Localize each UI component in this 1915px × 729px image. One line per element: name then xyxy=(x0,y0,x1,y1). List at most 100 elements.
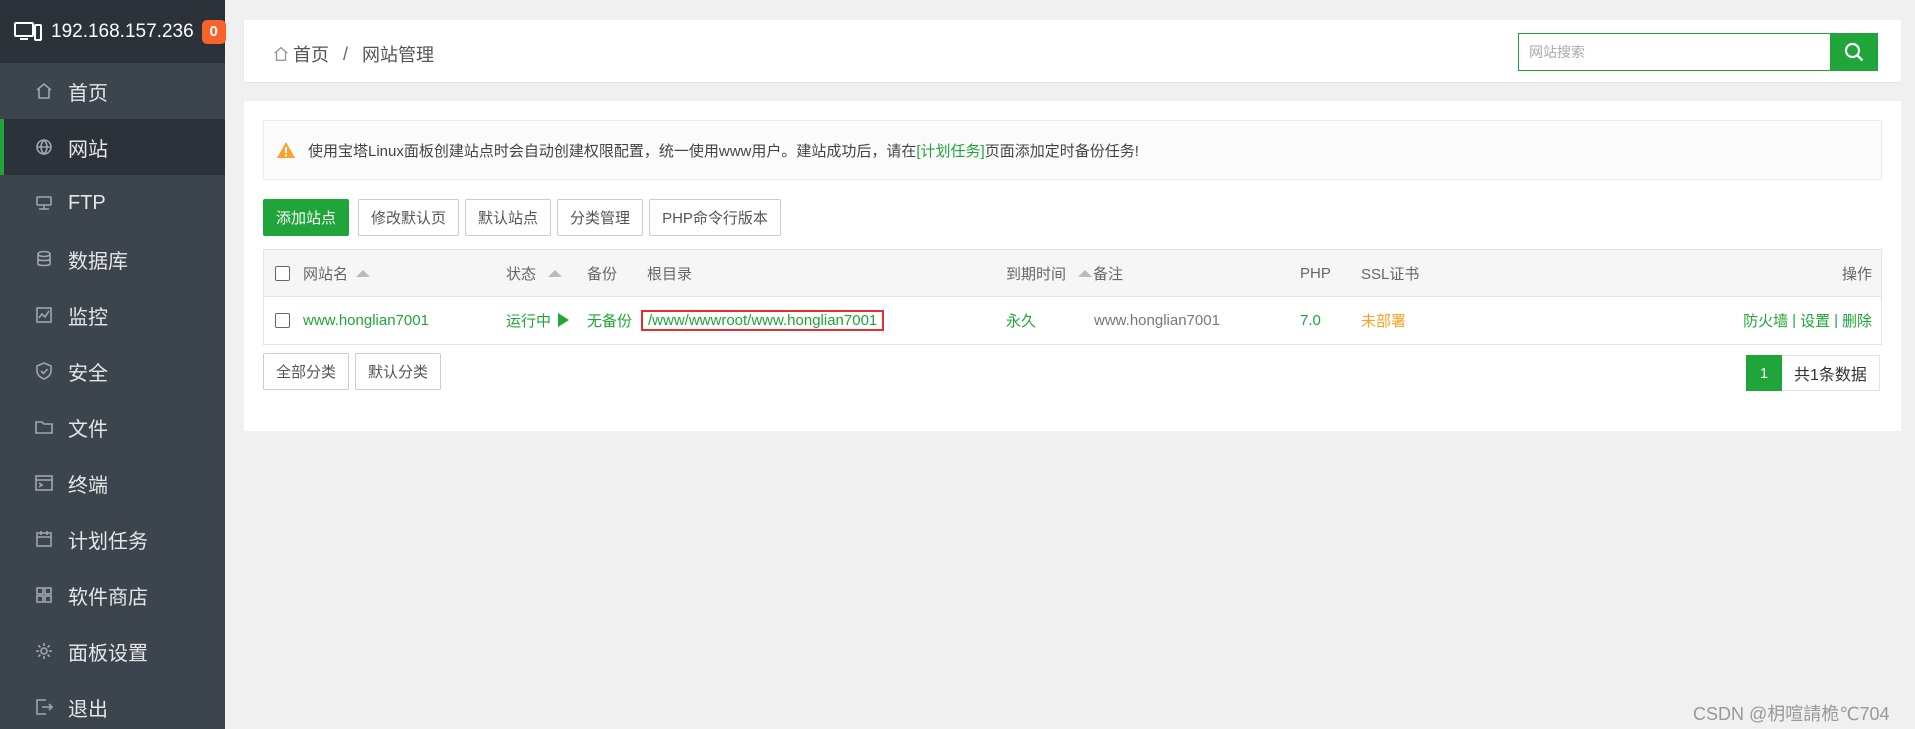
site-ssl-status[interactable]: 未部署 xyxy=(1361,297,1406,343)
category-manage-button[interactable]: 分类管理 xyxy=(557,199,644,236)
site-search xyxy=(1518,33,1885,71)
sidebar-item-database[interactable]: 数据库 xyxy=(0,231,225,287)
sidebar-item-label: 安全 xyxy=(68,362,108,385)
site-backup-link[interactable]: 无备份 xyxy=(587,297,632,343)
sidebar-item-label: 软件商店 xyxy=(68,586,148,609)
search-icon xyxy=(1844,42,1864,62)
col-actions: 操作 xyxy=(1841,265,1872,283)
sidebar-item-files[interactable]: 文件 xyxy=(0,399,225,455)
col-status[interactable]: 状态 xyxy=(506,250,563,296)
notification-badge[interactable]: 0 xyxy=(201,19,226,44)
sidebar-item-label: 计划任务 xyxy=(68,530,148,553)
top-bar: 首页 / 网站管理 xyxy=(244,20,1901,82)
sidebar-item-label: FTP xyxy=(68,191,106,214)
search-button[interactable] xyxy=(1830,33,1878,71)
cron-link[interactable]: [计划任务] xyxy=(916,140,984,161)
pagination: 1 共1条数据 xyxy=(1746,355,1880,391)
sidebar: 192.168.157.236 0 首页 网站 FTP 数据库 监控 安全 文件… xyxy=(0,0,226,729)
folder-icon xyxy=(34,417,54,437)
site-remark[interactable]: www.honglian7001 xyxy=(1094,297,1220,343)
computer-icon xyxy=(14,21,42,42)
sidebar-item-label: 退出 xyxy=(68,698,108,721)
sort-icon xyxy=(1078,269,1093,277)
col-backup: 备份 xyxy=(587,265,618,283)
sidebar-item-terminal[interactable]: 终端 xyxy=(0,455,225,511)
play-icon xyxy=(558,313,570,327)
site-expire-link[interactable]: 永久 xyxy=(1006,297,1036,343)
globe-icon xyxy=(34,137,54,157)
all-categories-button[interactable]: 全部分类 xyxy=(263,353,350,390)
sidebar-item-label: 文件 xyxy=(68,418,108,441)
site-table: 网站名 状态 备份 根目录 到期时间 备注 PHP SSL证书 操作 www.h… xyxy=(263,249,1882,345)
site-name-link[interactable]: www.honglian7001 xyxy=(303,297,429,343)
search-input[interactable] xyxy=(1518,33,1830,71)
row-checkbox[interactable] xyxy=(275,312,290,328)
sidebar-item-logout[interactable]: 退出 xyxy=(0,679,225,729)
database-icon xyxy=(34,249,54,269)
default-site-button[interactable]: 默认站点 xyxy=(465,199,552,236)
sidebar-item-home[interactable]: 首页 xyxy=(0,63,225,119)
logout-icon xyxy=(34,697,54,717)
table-row: www.honglian7001 运行中 无备份 /www/wwwroot/ww… xyxy=(263,297,1882,345)
modify-default-page-button[interactable]: 修改默认页 xyxy=(358,199,460,236)
col-ssl: SSL证书 xyxy=(1361,265,1420,283)
row-actions: 防火墙 | 设置 | 删除 xyxy=(1743,297,1872,343)
table-header: 网站名 状态 备份 根目录 到期时间 备注 PHP SSL证书 操作 xyxy=(263,249,1882,297)
website-panel: 使用宝塔Linux面板创建站点时会自动创建权限配置，统一使用www用户。建站成功… xyxy=(244,101,1901,431)
default-category-button[interactable]: 默认分类 xyxy=(355,353,442,390)
col-status-label: 状态 xyxy=(506,265,537,283)
home-icon xyxy=(34,81,54,101)
action-separator: | xyxy=(1834,311,1838,329)
col-expire[interactable]: 到期时间 xyxy=(1006,250,1093,296)
site-status-label: 运行中 xyxy=(506,312,552,330)
home-icon[interactable] xyxy=(272,45,290,63)
breadcrumb-current: 网站管理 xyxy=(362,45,435,65)
col-root: 根目录 xyxy=(647,265,693,283)
sidebar-item-security[interactable]: 安全 xyxy=(0,343,225,399)
total-count: 共1条数据 xyxy=(1782,355,1880,391)
terminal-icon xyxy=(34,473,54,493)
server-ip: 192.168.157.236 xyxy=(51,20,194,42)
sidebar-item-ftp[interactable]: FTP xyxy=(0,175,225,231)
site-root-path-link[interactable]: /www/wwwroot/www.honglian7001 xyxy=(641,309,885,331)
gear-icon xyxy=(34,641,54,661)
sidebar-item-label: 面板设置 xyxy=(68,642,148,665)
breadcrumb-separator: / xyxy=(343,43,349,64)
grid-icon xyxy=(34,585,54,605)
server-header[interactable]: 192.168.157.236 0 xyxy=(0,0,226,63)
firewall-link[interactable]: 防火墙 xyxy=(1743,310,1788,331)
shield-icon xyxy=(34,361,54,381)
sidebar-nav: 首页 网站 FTP 数据库 监控 安全 文件 终端 计划任务 软件商店 面板设置… xyxy=(0,63,225,729)
site-php-version[interactable]: 7.0 xyxy=(1300,297,1321,343)
settings-link[interactable]: 设置 xyxy=(1800,310,1830,331)
notice-text: 使用宝塔Linux面板创建站点时会自动创建权限配置，统一使用www用户。建站成功… xyxy=(308,142,917,160)
col-name[interactable]: 网站名 xyxy=(303,250,371,296)
ftp-icon xyxy=(34,193,54,213)
breadcrumb-home[interactable]: 首页 xyxy=(293,41,329,67)
site-status[interactable]: 运行中 xyxy=(506,297,570,343)
col-expire-label: 到期时间 xyxy=(1006,265,1067,283)
sidebar-item-cron[interactable]: 计划任务 xyxy=(0,511,225,567)
watermark: CSDN @枂喧請桅℃704 xyxy=(1693,704,1890,724)
sidebar-item-label: 数据库 xyxy=(68,250,128,273)
notice-bar: 使用宝塔Linux面板创建站点时会自动创建权限配置，统一使用www用户。建站成功… xyxy=(263,120,1882,180)
sidebar-item-settings[interactable]: 面板设置 xyxy=(0,623,225,679)
delete-link[interactable]: 删除 xyxy=(1842,310,1872,331)
sidebar-item-label: 监控 xyxy=(68,306,108,329)
warning-icon xyxy=(277,142,295,158)
sidebar-item-label: 首页 xyxy=(68,82,108,105)
action-separator: | xyxy=(1792,311,1797,329)
sidebar-item-website[interactable]: 网站 xyxy=(0,119,225,175)
category-filter: 全部分类 默认分类 xyxy=(263,353,447,390)
col-remark: 备注 xyxy=(1093,265,1124,283)
col-php: PHP xyxy=(1300,264,1331,282)
php-cli-version-button[interactable]: PHP命令行版本 xyxy=(649,199,781,236)
select-all-checkbox[interactable] xyxy=(275,265,290,281)
add-site-button[interactable]: 添加站点 xyxy=(263,199,350,236)
sort-icon xyxy=(356,269,371,277)
sidebar-item-monitor[interactable]: 监控 xyxy=(0,287,225,343)
page-1-button[interactable]: 1 xyxy=(1746,355,1782,391)
col-name-label: 网站名 xyxy=(303,265,349,283)
sidebar-item-store[interactable]: 软件商店 xyxy=(0,567,225,623)
toolbar: 添加站点 修改默认页 默认站点 分类管理 PHP命令行版本 xyxy=(263,199,787,236)
